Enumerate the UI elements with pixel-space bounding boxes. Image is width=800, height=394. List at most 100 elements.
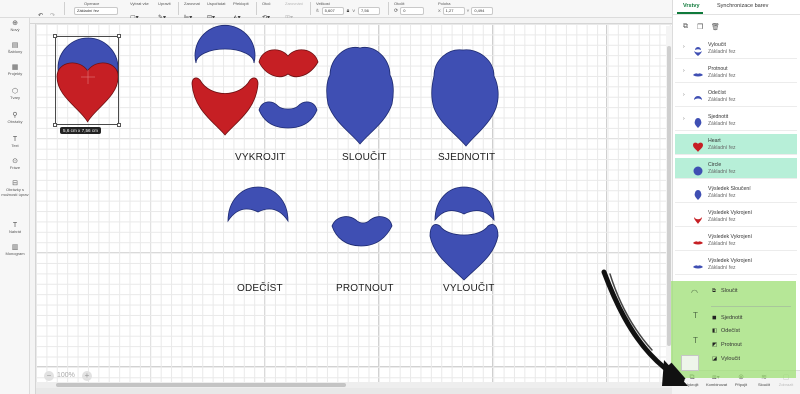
menu-item-intersect[interactable]: ◩ Protnout [712,342,742,348]
menu-item-subtract[interactable]: ◧ Odečíst [712,328,740,334]
lock-icon[interactable]: 🔒︎ [347,7,350,15]
layer-operation: Základní řez [708,217,736,223]
layer-row[interactable]: › Protnout Základní řez [675,62,797,83]
slice-red-shape-thumb-icon [693,211,703,224]
disabled-label: Zarovnání [285,1,304,6]
left-rail-item-9[interactable]: ▥ Monogram [0,244,30,257]
menu-item-exclude[interactable]: ◪ Vyloučit [712,356,740,362]
horizontal-scrollbar[interactable] [36,382,672,388]
annotation-arrow [601,269,688,386]
layer-operation: Základní řez [708,49,736,55]
left-rail-item-7[interactable]: ⊟ Obrázky s možností úprav [0,180,30,197]
edit-label: Upravit [158,1,171,6]
intersect-icon: ◩ [712,342,718,348]
left-rail-item-1[interactable]: ▤ Šablony [0,42,30,55]
delete-icon[interactable]: 🗑︎ [711,23,720,31]
size-badge: 5,6 cm x 7,56 cm [60,127,101,134]
canvas-grid[interactable] [36,24,672,382]
layer-operation: Základní řez [708,121,736,127]
distribute-label: Uspořádat [207,1,226,6]
width-value: 5,607 [324,8,335,13]
resize-handle[interactable] [53,123,57,127]
x-input[interactable]: 1,27 [442,7,465,15]
resize-handle[interactable] [53,34,57,38]
layer-row[interactable]: Výsledek Vykrojení Základní řez [675,230,797,251]
width-prefix: Š [316,8,319,13]
resize-handle[interactable] [117,123,121,127]
left-rail-item-5[interactable]: T Text [0,136,30,149]
menu-item-unite[interactable]: ◼ Sjednotit [712,315,742,321]
design-space-app: ↶ ↷ Operace Základní řez Vybrat vše ▢▾ U… [0,0,800,394]
layer-row[interactable]: Výsledek Vykrojení Základní řez [675,206,797,227]
layer-row[interactable]: Heart Základní řez [675,134,797,155]
layer-operation: Základní řez [708,73,736,79]
panel-divider [673,14,800,15]
left-rail-item-2[interactable]: ▦ Projekty [0,64,30,77]
height-value: 7,56 [361,8,369,13]
left-rail-label: Monogram [5,251,25,256]
label-unite: SJEDNOTIT [438,152,496,163]
left-rail-item-0[interactable]: ⊕ Nový [0,20,30,33]
flatten-label: Sloučit [757,382,770,387]
selection-box[interactable] [53,34,121,127]
tab-color-sync[interactable]: Synchronizace barev [717,3,768,9]
left-rail-label: Tvary [10,95,20,100]
layer-row[interactable]: Výsledek Sloučení Základní řez [675,182,797,203]
expand-chevron-icon[interactable]: › [683,68,685,74]
layer-row[interactable]: › Odečíst Základní řez [675,86,797,107]
layer-operation: Základní řez [708,193,736,199]
left-rail-label: Šablony [7,49,23,54]
menu-item-weld[interactable]: ⧉ Sloučit [712,288,738,295]
zoom-in-button[interactable]: + [82,371,92,381]
layer-operation: Základní řez [708,97,736,103]
group-icon[interactable]: ⧉ [683,23,688,31]
layer-operation: Základní řez [708,145,736,151]
resize-handle[interactable] [117,34,121,38]
operation-group: Operace Základní řez [74,1,118,15]
duplicate-icon[interactable]: ❐ [697,23,703,31]
expand-chevron-icon[interactable]: › [683,44,685,50]
layer-row[interactable]: Circle Základní řez [675,158,797,179]
operation-label: Operace [84,1,100,6]
exclude-icon: ◪ [712,356,718,362]
menu-item-subtract-label: Odečíst [721,328,740,334]
toolbar-divider [388,2,389,15]
layer-name: Výsledek Vykrojení [708,210,752,216]
y-input[interactable]: 0,494 [471,7,494,15]
layer-name: Sjednotit [708,114,729,120]
x-prefix: X [438,8,441,13]
zoom-out-button[interactable]: − [44,371,54,381]
layer-operation: Základní řez [708,169,736,175]
width-input[interactable]: 5,607 [321,7,344,15]
more-label: Zobrazit [778,382,794,387]
label-subtract: ODEČÍST [237,283,283,294]
layer-name: Protnout [708,66,728,72]
left-rail-item-3[interactable]: ⬡ Tvary [0,88,30,101]
left-rail-item-4[interactable]: ⚲ Obrázky [0,112,30,125]
layer-row[interactable]: › Sjednotit Základní řez [675,110,797,131]
layer-name: Vyloučit [708,42,726,48]
menu-item-intersect-label: Protnout [721,342,742,348]
horizontal-scroll-thumb[interactable] [56,383,346,387]
layer-row[interactable]: › Vyloučit Základní řez [675,38,797,59]
rotation-value: 0 [403,8,406,13]
exclude-shape-thumb-icon [693,43,703,56]
operation-select[interactable]: Základní řez [74,7,118,15]
circle-shape-thumb-icon [693,163,703,176]
layer-name: Odečíst [708,90,726,96]
left-rail-item-8[interactable]: T Nahrát [0,222,30,235]
height-input[interactable]: 7,56 [358,7,381,15]
expand-chevron-icon[interactable]: › [683,92,685,98]
weld-shape-thumb-icon [693,187,703,200]
label-exclude: VYLOUČIT [443,283,495,294]
layer-name: Výsledek Sloučení [708,186,751,192]
rotation-input[interactable]: 0 [400,7,425,15]
tab-layers[interactable]: Vrstvy [683,3,700,9]
intersect-shape-thumb-icon [693,67,703,77]
expand-chevron-icon[interactable]: › [683,116,685,122]
toolbar-divider [256,2,257,15]
left-rail-label: Fráze [9,165,21,170]
left-rail-item-6[interactable]: ⊙ Fráze [0,158,30,171]
canvas[interactable] [30,18,672,394]
menu-item-exclude-label: Vyloučit [721,356,741,362]
